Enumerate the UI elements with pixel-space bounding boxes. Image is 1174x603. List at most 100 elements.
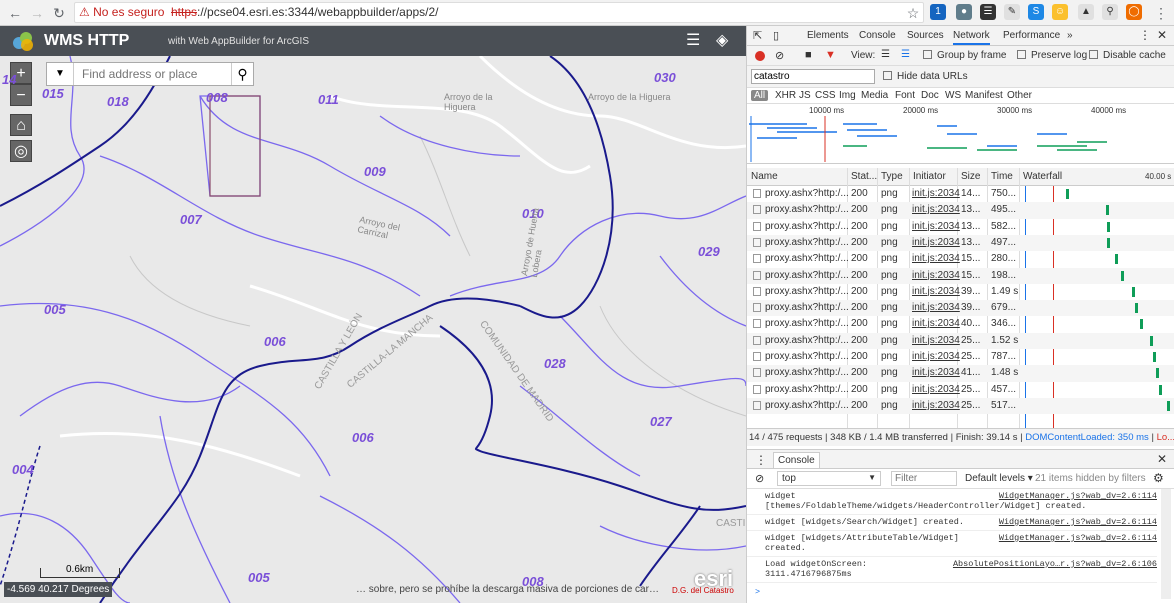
menu-dots-icon[interactable]: ⋮ bbox=[1152, 4, 1170, 22]
clear-icon[interactable]: ⊘ bbox=[775, 49, 784, 62]
message-source-link[interactable]: AbsolutePositionLayo…r.js?wab_dv=2.6:106 bbox=[953, 559, 1157, 569]
tab-network[interactable]: Network bbox=[953, 30, 990, 45]
type-filter-css[interactable]: CSS bbox=[815, 90, 836, 101]
home-icon[interactable]: ⌂ bbox=[10, 114, 32, 136]
col-size[interactable]: Size bbox=[961, 171, 980, 182]
filter-icon[interactable]: ▼ bbox=[825, 49, 836, 61]
cell-initiator[interactable]: init.js:2034 bbox=[912, 351, 960, 362]
context-selector[interactable]: top ▼ bbox=[777, 471, 881, 486]
log-levels-dropdown[interactable]: Default levels ▾ bbox=[965, 473, 1033, 484]
request-row[interactable]: proxy.ashx?http:/... 200 png init.js:2034 15… bbox=[747, 267, 1174, 284]
cell-initiator[interactable]: init.js:2034 bbox=[912, 400, 960, 411]
settings-gear-icon[interactable]: ⚙ bbox=[1153, 471, 1164, 485]
more-tabs-icon[interactable]: » bbox=[1067, 30, 1073, 41]
col-waterfall[interactable]: Waterfall bbox=[1023, 171, 1062, 182]
console-scrollbar[interactable] bbox=[1161, 489, 1171, 599]
message-source-link[interactable]: WidgetManager.js?wab_dv=2.6:114 bbox=[999, 491, 1157, 501]
extension-icon[interactable]: ● bbox=[956, 4, 972, 20]
type-filter-font[interactable]: Font bbox=[895, 90, 915, 101]
disable-cache-checkbox[interactable] bbox=[1089, 50, 1098, 59]
device-toolbar-icon[interactable]: ▯ bbox=[773, 29, 779, 42]
type-filter-doc[interactable]: Doc bbox=[921, 90, 939, 101]
map-view[interactable]: ▼ ⚲ + − ⌂ ◎ 015 018 008 011 030 009 007 … bbox=[0, 56, 746, 603]
bookmark-star-icon[interactable]: ☆ bbox=[904, 4, 922, 22]
cell-initiator[interactable]: init.js:2034 bbox=[912, 221, 960, 232]
type-filter-all[interactable]: All bbox=[751, 90, 769, 101]
extension-icon[interactable]: S bbox=[1028, 4, 1044, 20]
type-filter-js[interactable]: JS bbox=[799, 90, 811, 101]
cell-initiator[interactable]: init.js:2034 bbox=[912, 384, 960, 395]
extension-icon[interactable]: ✎ bbox=[1004, 4, 1020, 20]
request-row[interactable]: proxy.ashx?http:/... 200 png init.js:2034 40… bbox=[747, 316, 1174, 332]
group-by-frame-checkbox[interactable] bbox=[923, 50, 932, 59]
map-canvas[interactable] bbox=[0, 56, 746, 603]
extension-icon[interactable]: ▲ bbox=[1078, 4, 1094, 20]
col-type[interactable]: Type bbox=[881, 171, 903, 182]
search-input[interactable] bbox=[73, 63, 229, 85]
type-filter-other[interactable]: Other bbox=[1007, 90, 1032, 101]
cell-initiator[interactable]: init.js:2034 bbox=[912, 204, 960, 215]
tab-sources[interactable]: Sources bbox=[907, 30, 944, 41]
message-source-link[interactable]: WidgetManager.js?wab_dv=2.6:114 bbox=[999, 533, 1157, 543]
devtools-menu-icon[interactable]: ⋮ bbox=[1139, 28, 1151, 42]
extension-icon[interactable]: 1 bbox=[930, 4, 946, 20]
request-row[interactable]: proxy.ashx?http:/... 200 png init.js:2034 41… bbox=[747, 365, 1174, 382]
request-row[interactable]: proxy.ashx?http:/... 200 png init.js:2034 15… bbox=[747, 251, 1174, 267]
type-filter-img[interactable]: Img bbox=[839, 90, 856, 101]
request-row[interactable]: proxy.ashx?http:/... 200 png init.js:2034 13… bbox=[747, 234, 1174, 252]
drawer-menu-icon[interactable]: ⋮ bbox=[755, 453, 767, 467]
request-row[interactable]: proxy.ashx?http:/... 200 png init.js:2034 25… bbox=[747, 349, 1174, 365]
search-extension-icon[interactable]: ⚲ bbox=[1102, 4, 1118, 20]
request-row[interactable]: proxy.ashx?http:/... 200 png init.js:2034 13… bbox=[747, 219, 1174, 235]
col-status[interactable]: Stat... bbox=[851, 171, 877, 182]
cell-initiator[interactable]: init.js:2034 bbox=[912, 335, 960, 346]
record-icon[interactable] bbox=[755, 51, 765, 61]
type-filter-media[interactable]: Media bbox=[861, 90, 888, 101]
address-bar[interactable]: ⚠ No es seguro https://pcse04.esri.es:33… bbox=[74, 2, 924, 23]
cell-initiator[interactable]: init.js:2034 bbox=[912, 302, 960, 313]
filter-input[interactable] bbox=[751, 69, 875, 84]
overview-icon[interactable]: ☰ bbox=[901, 49, 910, 60]
emoji-extension-icon[interactable]: ☺ bbox=[1052, 4, 1068, 20]
capture-screenshots-icon[interactable]: ■ bbox=[805, 49, 812, 61]
reload-icon[interactable]: ↻ bbox=[50, 4, 68, 22]
tab-console-drawer[interactable]: Console bbox=[773, 452, 820, 468]
request-row[interactable]: proxy.ashx?http:/... 200 png init.js:2034 25… bbox=[747, 332, 1174, 349]
console-filter-input[interactable] bbox=[891, 471, 957, 486]
request-row[interactable]: proxy.ashx?http:/... 200 png init.js:2034 39… bbox=[747, 300, 1174, 317]
list-menu-icon[interactable]: ☰ bbox=[686, 32, 706, 50]
cell-initiator[interactable]: init.js:2034 bbox=[912, 237, 960, 248]
cell-initiator[interactable]: init.js:2034 bbox=[912, 367, 960, 378]
network-overview[interactable]: 10000 ms 20000 ms 30000 ms 40000 ms bbox=[747, 104, 1174, 164]
type-filter-xhr[interactable]: XHR bbox=[775, 90, 796, 101]
request-row[interactable]: proxy.ashx?http:/... 200 png init.js:2034 25… bbox=[747, 382, 1174, 398]
search-icon[interactable]: ⚲ bbox=[231, 63, 253, 85]
tab-performance[interactable]: Performance bbox=[1003, 30, 1060, 41]
security-warning[interactable]: ⚠ No es seguro bbox=[79, 5, 164, 19]
cell-initiator[interactable]: init.js:2034 bbox=[912, 318, 960, 329]
request-row[interactable]: proxy.ashx?http:/... 200 png init.js:2034 13… bbox=[747, 202, 1174, 219]
coordinate-readout[interactable]: -4.569 40.217 Degrees bbox=[4, 582, 113, 597]
forward-icon[interactable]: → bbox=[28, 4, 46, 22]
console-prompt[interactable]: > bbox=[755, 587, 760, 597]
request-row[interactable]: proxy.ashx?http:/... 200 png init.js:2034 39… bbox=[747, 284, 1174, 300]
col-name[interactable]: Name bbox=[751, 171, 778, 182]
close-drawer-icon[interactable]: ✕ bbox=[1157, 452, 1167, 466]
cell-initiator[interactable]: init.js:2034 bbox=[912, 188, 960, 199]
my-location-icon[interactable]: ◎ bbox=[10, 140, 32, 162]
cell-initiator[interactable]: init.js:2034 bbox=[912, 253, 960, 264]
back-icon[interactable]: ← bbox=[6, 4, 24, 22]
close-icon[interactable]: ✕ bbox=[1157, 28, 1167, 42]
preserve-log-checkbox[interactable] bbox=[1017, 50, 1026, 59]
tab-console[interactable]: Console bbox=[859, 30, 896, 41]
message-source-link[interactable]: WidgetManager.js?wab_dv=2.6:114 bbox=[999, 517, 1157, 527]
cell-initiator[interactable]: init.js:2034 bbox=[912, 270, 960, 281]
layers-icon[interactable]: ◈ bbox=[716, 30, 738, 52]
type-filter-manifest[interactable]: Manifest bbox=[965, 90, 1003, 101]
layers-extension-icon[interactable]: ☰ bbox=[980, 4, 996, 20]
inspect-element-icon[interactable]: ⇱ bbox=[753, 29, 762, 42]
extension-icon[interactable]: ◯ bbox=[1126, 4, 1142, 20]
tab-elements[interactable]: Elements bbox=[807, 30, 849, 41]
type-filter-ws[interactable]: WS bbox=[945, 90, 961, 101]
cell-initiator[interactable]: init.js:2034 bbox=[912, 286, 960, 297]
